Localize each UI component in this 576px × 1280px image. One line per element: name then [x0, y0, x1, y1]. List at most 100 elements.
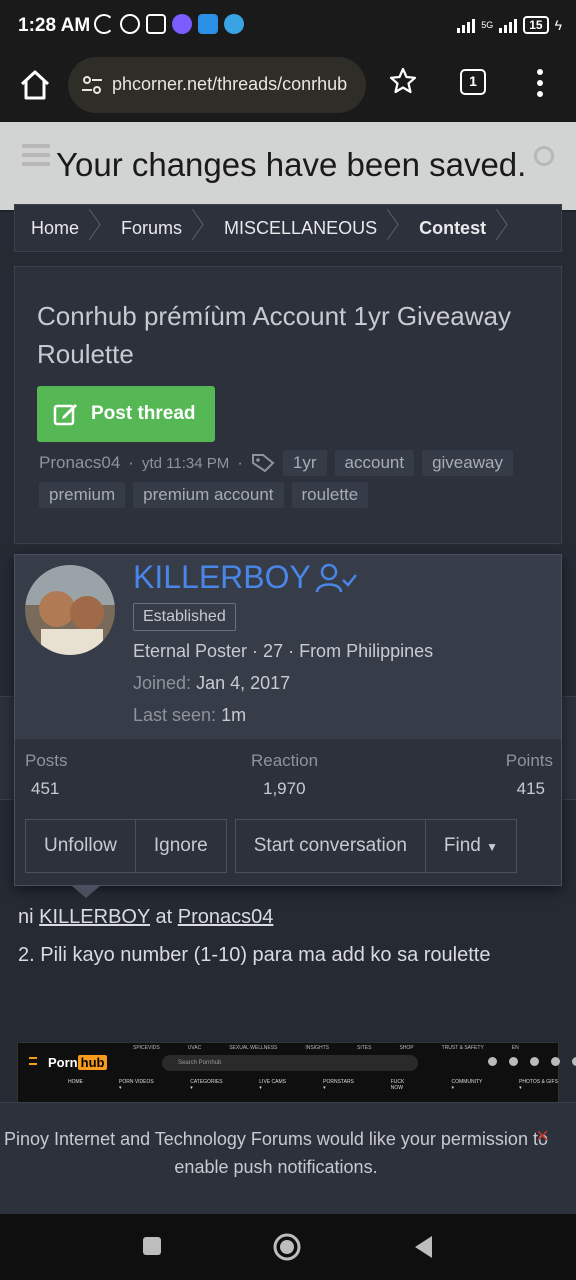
- ignore-button[interactable]: Ignore: [135, 819, 227, 873]
- embedded-image[interactable]: SPICEVIDS UVAC SEXUAL WELLNESS INSIGHTS …: [17, 1042, 576, 1104]
- post-thread-label: Post thread: [91, 403, 196, 424]
- tag-account[interactable]: account: [334, 450, 415, 476]
- breadcrumb-miscellaneous[interactable]: MISCELLANEOUS: [208, 204, 403, 252]
- post-line-2: 2. Pili kayo number (1-10) para ma add k…: [18, 944, 491, 966]
- status-time: 1:28 AM: [18, 15, 91, 36]
- thread-author[interactable]: Pronacs04: [39, 453, 120, 473]
- telegram-icon: [224, 14, 244, 34]
- embed-menu-icon: [29, 1057, 37, 1065]
- tag-premium[interactable]: premium: [39, 482, 126, 508]
- embed-top-link: SPICEVIDS: [133, 1045, 160, 1051]
- embed-nav-item: FUCK NOW: [390, 1079, 405, 1091]
- thread-meta: Pronacs04 · ytd 11:34 PM · 1yr account g…: [39, 450, 549, 508]
- tune-icon[interactable]: [80, 73, 104, 97]
- alarm-icon: [120, 14, 140, 34]
- home-nav-icon[interactable]: [272, 1232, 302, 1262]
- last-seen-value: 1m: [221, 705, 247, 725]
- embed-top-link: SITES: [357, 1045, 372, 1051]
- toast-message: Your changes have been saved.: [56, 146, 527, 183]
- breadcrumb-home[interactable]: Home: [15, 204, 105, 252]
- post-body: ni KILLERBOY at Pronacs04 2. Pili kayo n…: [18, 898, 490, 974]
- hamburger-icon[interactable]: [22, 144, 50, 166]
- charging-icon: ϟ: [554, 17, 562, 33]
- meta-separator: ·: [128, 453, 134, 472]
- embed-nav-item: HOME: [68, 1079, 83, 1085]
- tag-giveaway[interactable]: giveaway: [422, 450, 513, 476]
- url-text: phcorner.net/threads/conrhub: [112, 74, 348, 94]
- signal-2-icon: [499, 17, 518, 33]
- embed-top-link: INSIGHTS: [305, 1045, 330, 1051]
- caret-down-icon: ▼: [486, 840, 499, 854]
- status-right: 5G 15 ϟ: [457, 16, 562, 34]
- embed-nav-item: PORNSTARS ▾: [323, 1079, 354, 1091]
- star-icon[interactable]: [388, 66, 418, 96]
- stat-reaction: Reaction 1,970: [251, 751, 318, 799]
- status-bar: 1:28 AM 5G 15 ϟ: [0, 0, 576, 52]
- browser-toolbar: phcorner.net/threads/conrhub 1: [0, 52, 576, 122]
- embed-top-link: TRUST & SAFETY: [441, 1045, 484, 1051]
- member-title-line: Eternal Poster · 27 · From Philippines: [133, 641, 434, 661]
- member-badge: Established: [133, 603, 236, 631]
- tag-1yr[interactable]: 1yr: [282, 450, 327, 476]
- recents-icon[interactable]: [142, 1236, 162, 1256]
- stat-posts: Posts 451: [25, 751, 68, 799]
- app-n-icon: [146, 14, 166, 34]
- embed-nav: HOME PORN VIDEOS ▾ CATEGORIES ▾ LIVE CAM…: [68, 1079, 558, 1091]
- embed-nav-item: COMMUNITY ▾: [451, 1079, 483, 1091]
- member-tooltip-card: KILLERBOY Established Eternal Poster · 2…: [14, 554, 562, 886]
- tag-roulette[interactable]: roulette: [291, 482, 369, 508]
- start-conversation-button[interactable]: Start conversation: [234, 819, 426, 873]
- embed-logo: Porn hub: [48, 1055, 108, 1070]
- thread-time[interactable]: ytd 11:34 PM: [142, 455, 229, 472]
- joined-value: Jan 4, 2017: [196, 673, 291, 693]
- embed-top-links: SPICEVIDS UVAC SEXUAL WELLNESS INSIGHTS …: [18, 1043, 558, 1051]
- breadcrumb-forums[interactable]: Forums: [105, 204, 208, 252]
- post-line-1: ni KILLERBOY at Pronacs04: [18, 898, 490, 936]
- menu-icon[interactable]: [536, 68, 544, 98]
- stat-points-value: 415: [516, 779, 545, 798]
- mention-pronacs04[interactable]: Pronacs04: [178, 906, 274, 928]
- breadcrumb: Home Forums MISCELLANEOUS Contest: [14, 204, 562, 252]
- stat-posts-value: 451: [31, 779, 60, 798]
- stat-posts-label: Posts: [25, 751, 68, 770]
- last-seen-label: Last seen:: [133, 705, 217, 725]
- messenger-icon: [172, 14, 192, 34]
- post-thread-button[interactable]: Post thread: [37, 386, 215, 442]
- member-actions: Unfollow Ignore Start conversation Find …: [25, 819, 518, 873]
- battery-indicator: 15: [523, 16, 549, 34]
- joined-label: Joined:: [133, 673, 192, 693]
- thread-header: Conrhub prémíùm Account 1yr Giveaway Rou…: [14, 266, 562, 544]
- saved-toast: Your changes have been saved.: [0, 122, 576, 210]
- edit-icon: [53, 404, 77, 426]
- status-icons: [94, 14, 244, 34]
- back-icon[interactable]: [412, 1234, 434, 1260]
- meta-separator: ·: [237, 453, 243, 472]
- username-text[interactable]: KILLERBOY: [133, 559, 311, 596]
- home-icon[interactable]: [18, 68, 52, 102]
- embed-logo-b: hub: [77, 1055, 108, 1070]
- embed-nav-item: PORN VIDEOS ▾: [119, 1079, 154, 1091]
- find-button[interactable]: Find ▼: [425, 819, 518, 873]
- close-icon[interactable]: ×: [536, 1123, 549, 1149]
- system-nav-bar: [0, 1214, 576, 1280]
- tag-premium-account[interactable]: premium account: [133, 482, 284, 508]
- breadcrumb-contest[interactable]: Contest: [403, 204, 512, 252]
- post-text-ni: ni: [18, 906, 34, 928]
- unfollow-button[interactable]: Unfollow: [25, 819, 136, 873]
- thread-title: Conrhub prémíùm Account 1yr Giveaway Rou…: [37, 301, 511, 369]
- tooltip-pointer: [72, 886, 100, 898]
- upload-app-icon: [198, 14, 218, 34]
- embed-nav-item: LIVE CAMS ▾: [259, 1079, 286, 1091]
- mention-killerboy[interactable]: KILLERBOY: [39, 906, 150, 928]
- search-icon[interactable]: [534, 146, 554, 166]
- tag-icon: [251, 454, 275, 473]
- stat-reaction-value: 1,970: [263, 779, 306, 798]
- signal-icon: [457, 17, 476, 33]
- tabs-icon[interactable]: 1: [460, 69, 486, 95]
- user-check-icon: [315, 563, 357, 592]
- member-joined: Joined: Jan 4, 2017: [133, 673, 290, 694]
- member-username[interactable]: KILLERBOY: [133, 559, 357, 596]
- avatar[interactable]: [25, 565, 115, 655]
- stat-points-label: Points: [505, 751, 553, 770]
- address-bar[interactable]: phcorner.net/threads/conrhub: [68, 57, 366, 113]
